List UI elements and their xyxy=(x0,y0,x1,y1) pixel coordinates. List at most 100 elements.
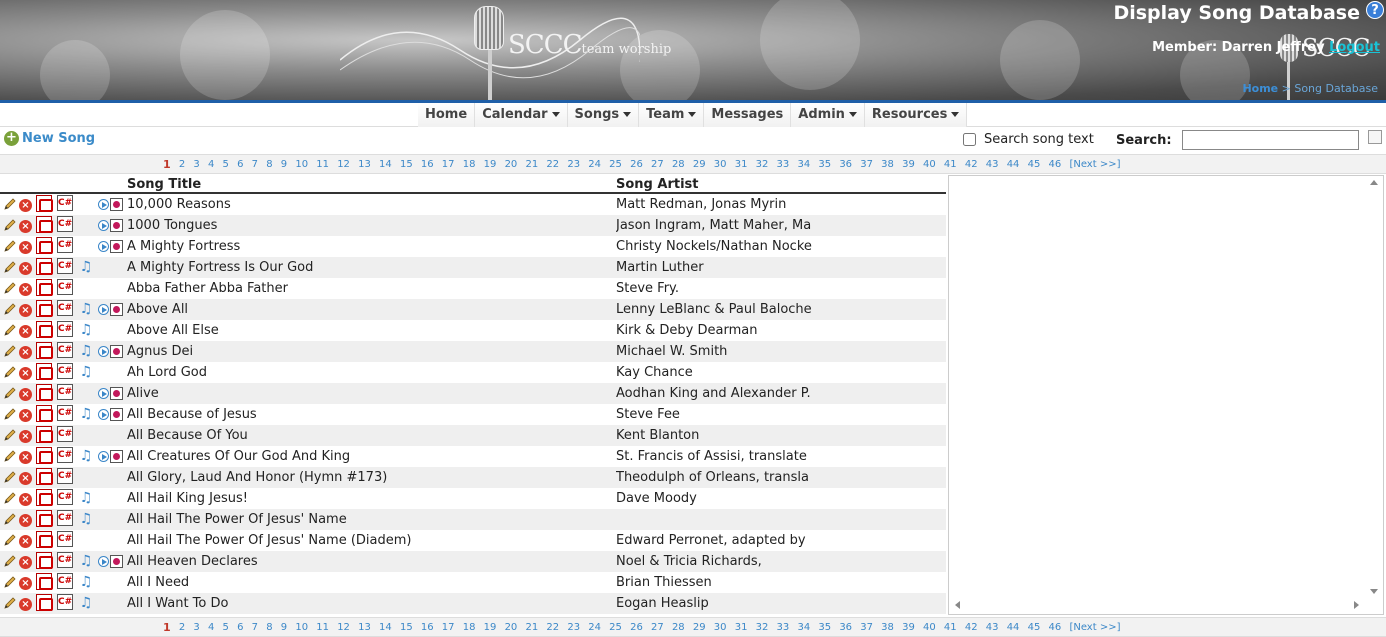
chord-chart-icon[interactable]: C# xyxy=(57,195,73,211)
play-icon[interactable] xyxy=(98,220,109,231)
edit-icon[interactable] xyxy=(3,407,18,422)
play-icon[interactable] xyxy=(98,388,109,399)
song-title[interactable]: A Mighty Fortress xyxy=(127,239,240,254)
page-link[interactable]: 45 xyxy=(1028,159,1041,171)
page-link[interactable]: 14 xyxy=(379,159,392,171)
pdf-icon[interactable] xyxy=(36,510,53,527)
table-row[interactable]: × C# Alive Aodhan King and Alexander P. xyxy=(0,383,946,404)
edit-icon[interactable] xyxy=(3,470,18,485)
table-row[interactable]: × C# A Mighty Fortress Christy Nockels/Nath… xyxy=(0,236,946,257)
song-title[interactable]: Alive xyxy=(127,386,159,401)
video-icon[interactable] xyxy=(110,198,123,211)
video-icon[interactable] xyxy=(110,345,123,358)
page-link[interactable]: 24 xyxy=(588,622,601,634)
pdf-icon[interactable] xyxy=(36,321,53,338)
music-sheet-icon[interactable]: ♫ xyxy=(78,595,94,611)
new-song-button[interactable]: + New Song xyxy=(4,131,95,146)
scroll-left-icon[interactable] xyxy=(955,601,960,609)
page-link[interactable]: 22 xyxy=(546,622,559,634)
page-link[interactable]: 10 xyxy=(295,159,308,171)
page-link[interactable]: 8 xyxy=(266,159,272,171)
edit-icon[interactable] xyxy=(3,302,18,317)
delete-icon[interactable]: × xyxy=(19,304,32,317)
page-link[interactable]: 42 xyxy=(965,159,978,171)
pdf-icon[interactable] xyxy=(36,342,53,359)
page-link[interactable]: 14 xyxy=(379,622,392,634)
delete-icon[interactable]: × xyxy=(19,535,32,548)
table-row[interactable]: × C# All Hail The Power Of Jesus' Name (Di… xyxy=(0,530,946,551)
chord-chart-icon[interactable]: C# xyxy=(57,258,73,274)
song-title[interactable]: Ah Lord God xyxy=(127,365,207,380)
nav-item-songs[interactable]: Songs xyxy=(567,103,640,127)
pdf-icon[interactable] xyxy=(36,426,53,443)
nav-item-home[interactable]: Home xyxy=(418,103,476,127)
page-link[interactable]: 9 xyxy=(281,159,287,171)
page-link[interactable]: 27 xyxy=(651,622,664,634)
page-link[interactable]: 6 xyxy=(237,159,243,171)
chord-chart-icon[interactable]: C# xyxy=(57,510,73,526)
page-link[interactable]: 31 xyxy=(735,159,748,171)
page-link[interactable]: 7 xyxy=(252,159,258,171)
song-title[interactable]: All Glory, Laud And Honor (Hymn #173) xyxy=(127,470,387,485)
chord-chart-icon[interactable]: C# xyxy=(57,216,73,232)
page-link[interactable]: 22 xyxy=(546,159,559,171)
nav-item-calendar[interactable]: Calendar xyxy=(475,103,568,127)
page-link[interactable]: 36 xyxy=(839,159,852,171)
chord-chart-icon[interactable]: C# xyxy=(57,573,73,589)
table-row[interactable]: × C# All Glory, Laud And Honor (Hymn #173)… xyxy=(0,467,946,488)
chord-chart-icon[interactable]: C# xyxy=(57,531,73,547)
pdf-icon[interactable] xyxy=(36,279,53,296)
song-title[interactable]: 1000 Tongues xyxy=(127,218,217,233)
edit-icon[interactable] xyxy=(3,428,18,443)
page-link[interactable]: 33 xyxy=(777,622,790,634)
table-row[interactable]: × C# ♫ All I Need Brian Thiessen xyxy=(0,572,946,593)
column-header-artist[interactable]: Song Artist xyxy=(616,177,698,192)
page-link[interactable]: 43 xyxy=(986,622,999,634)
page-link[interactable]: 37 xyxy=(860,622,873,634)
music-sheet-icon[interactable]: ♫ xyxy=(78,301,94,317)
scroll-up-icon[interactable] xyxy=(1370,180,1378,185)
pdf-icon[interactable] xyxy=(36,384,53,401)
page-link[interactable]: 18 xyxy=(463,159,476,171)
chord-chart-icon[interactable]: C# xyxy=(57,552,73,568)
play-icon[interactable] xyxy=(98,241,109,252)
delete-icon[interactable]: × xyxy=(19,577,32,590)
table-row[interactable]: × C# Abba Father Abba Father Steve Fry. xyxy=(0,278,946,299)
page-link[interactable]: 36 xyxy=(839,622,852,634)
page-link[interactable]: 41 xyxy=(944,159,957,171)
table-row[interactable]: × C# ♫ Above All Else Kirk & Deby Dearman xyxy=(0,320,946,341)
page-link[interactable]: 28 xyxy=(672,622,685,634)
video-icon[interactable] xyxy=(110,303,123,316)
music-sheet-icon[interactable]: ♫ xyxy=(78,511,94,527)
pdf-icon[interactable] xyxy=(36,531,53,548)
page-link[interactable]: 11 xyxy=(316,622,329,634)
music-sheet-icon[interactable]: ♫ xyxy=(78,490,94,506)
edit-icon[interactable] xyxy=(3,281,18,296)
page-link[interactable]: 38 xyxy=(881,622,894,634)
delete-icon[interactable]: × xyxy=(19,514,32,527)
page-link[interactable]: 13 xyxy=(358,159,371,171)
scroll-down-icon[interactable] xyxy=(1370,589,1378,594)
table-row[interactable]: × C# ♫ Ah Lord God Kay Chance xyxy=(0,362,946,383)
delete-icon[interactable]: × xyxy=(19,472,32,485)
pdf-icon[interactable] xyxy=(36,216,53,233)
table-row[interactable]: × C# ♫ Agnus Dei Michael W. Smith xyxy=(0,341,946,362)
music-sheet-icon[interactable]: ♫ xyxy=(78,406,94,422)
page-link[interactable]: 5 xyxy=(223,622,229,634)
song-title[interactable]: Above All xyxy=(127,302,188,317)
page-link[interactable]: 33 xyxy=(777,159,790,171)
chord-chart-icon[interactable]: C# xyxy=(57,321,73,337)
delete-icon[interactable]: × xyxy=(19,241,32,254)
page-link[interactable]: 6 xyxy=(237,622,243,634)
song-title[interactable]: All Hail The Power Of Jesus' Name (Diade… xyxy=(127,533,412,548)
chord-chart-icon[interactable]: C# xyxy=(57,426,73,442)
page-link[interactable]: 25 xyxy=(609,159,622,171)
nav-item-admin[interactable]: Admin xyxy=(791,103,865,127)
table-row[interactable]: × C# All Because Of You Kent Blanton xyxy=(0,425,946,446)
table-row[interactable]: × C# 1000 Tongues Jason Ingram, Matt Maher,… xyxy=(0,215,946,236)
page-link[interactable]: 37 xyxy=(860,159,873,171)
pdf-icon[interactable] xyxy=(36,489,53,506)
edit-icon[interactable] xyxy=(3,218,18,233)
delete-icon[interactable]: × xyxy=(19,283,32,296)
page-link[interactable]: 35 xyxy=(818,622,831,634)
